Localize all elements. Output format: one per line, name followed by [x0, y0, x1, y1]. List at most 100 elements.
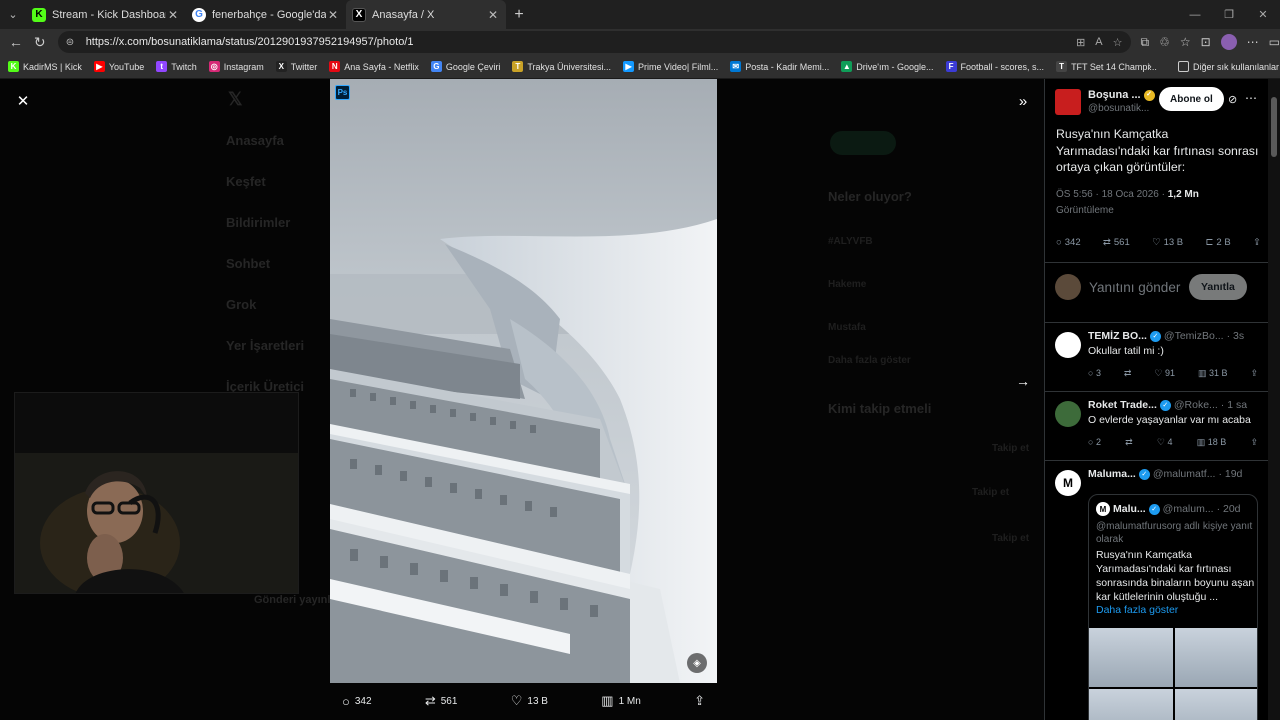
tab-kick[interactable]: K Stream - Kick Dashboard ✕: [26, 0, 186, 29]
collapse-panel-icon[interactable]: »: [1012, 90, 1034, 112]
bookmark-label: Twitch: [171, 61, 197, 72]
app-icon[interactable]: ⊞: [1076, 36, 1085, 49]
favorites-icon[interactable]: ☆: [1180, 35, 1191, 49]
repost-icon[interactable]: ⇄: [1125, 437, 1133, 448]
reply-action[interactable]: ○ 342: [342, 694, 372, 709]
close-viewer-icon[interactable]: ✕: [12, 90, 34, 112]
tweet-reply-button[interactable]: ○ 342: [1056, 237, 1081, 248]
next-photo-icon[interactable]: →: [1012, 370, 1034, 392]
tweet-like-button[interactable]: ♡ 13 B: [1152, 237, 1183, 248]
bookmark-item[interactable]: ✉ Posta - Kadir Memi...: [730, 61, 829, 72]
quote-photo[interactable]: [1089, 628, 1173, 687]
like-action[interactable]: ♡ 13 B: [511, 693, 548, 709]
follow-button[interactable]: Abone ol: [1159, 87, 1224, 111]
bookmarks-bar: K KadirMS | Kick ▶ YouTube t Twitch ◎ Instagram…: [0, 55, 1280, 79]
tweet-bookmark-button[interactable]: ⊏ 2 B: [1205, 237, 1230, 248]
bookmark-item[interactable]: ▶ YouTube: [93, 61, 144, 72]
favorite-star-icon[interactable]: ☆: [1113, 36, 1123, 49]
copilot-icon[interactable]: ♲: [1159, 35, 1170, 49]
reply-submit-button[interactable]: Yanıtla: [1189, 274, 1247, 300]
reply-author-name[interactable]: Maluma...: [1088, 468, 1136, 480]
tweet-repost-button[interactable]: ⇄ 561: [1103, 237, 1130, 248]
bookmark-item[interactable]: ▶ Prime Video| Filml...: [623, 61, 718, 72]
reply-like-button[interactable]: ♡ 4: [1157, 437, 1173, 448]
quoted-tweet[interactable]: M Malu... ✓ @malum... · 20d @malumatfuru…: [1088, 494, 1258, 720]
collections-icon[interactable]: ⊡: [1201, 35, 1211, 49]
bookmark-item[interactable]: T Trakya Üniversitesi...: [512, 61, 611, 72]
author-name[interactable]: Boşuna ...: [1088, 88, 1141, 102]
reply-item[interactable]: TEMİZ BO... ✓ @TemizBo... · 3s Okullar tati…: [1045, 323, 1268, 391]
reply-reply-button[interactable]: ○ 2: [1088, 437, 1101, 448]
sidebar-icon[interactable]: ▭: [1269, 35, 1280, 49]
repost-action[interactable]: ⇄ 561: [425, 693, 458, 709]
author-handle[interactable]: @bosunatik...: [1088, 102, 1155, 116]
bookmark-item[interactable]: ◎ Instagram: [208, 61, 264, 72]
back-icon[interactable]: ←: [4, 29, 28, 55]
bookmark-item[interactable]: T TFT Set 14 Champi...: [1056, 61, 1157, 72]
profile-avatar[interactable]: [1220, 34, 1237, 50]
reload-icon[interactable]: ↻: [28, 29, 52, 55]
bookmark-icon: ⊏: [1205, 237, 1214, 248]
reply-author-name[interactable]: Roket Trade...: [1088, 399, 1157, 411]
x-icon: X: [352, 7, 366, 22]
reply-avatar[interactable]: [1055, 332, 1081, 358]
share-icon[interactable]: ⇪: [1250, 368, 1258, 379]
minimize-icon[interactable]: —: [1178, 0, 1212, 29]
more-options-icon[interactable]: ⋯: [1245, 91, 1257, 105]
bookmarks-overflow-icon[interactable]: ›: [1148, 61, 1152, 73]
scrollbar-thumb[interactable]: [1271, 97, 1277, 157]
new-tab-button[interactable]: +: [506, 0, 532, 29]
quote-media-grid[interactable]: [1089, 628, 1257, 720]
repost-icon[interactable]: ⇄: [1124, 368, 1132, 379]
close-window-icon[interactable]: ✕: [1246, 0, 1280, 29]
reply-item[interactable]: Roket Trade... ✓ @Roke... · 1 sa O evlerde …: [1045, 392, 1268, 460]
url-field[interactable]: ⊜ https://x.com/bosunatiklama/status/201…: [57, 31, 1131, 53]
menu-icon[interactable]: ⋯: [1247, 35, 1259, 49]
quote-photo[interactable]: [1089, 689, 1173, 720]
reply-time: · 1 sa: [1220, 399, 1248, 411]
photoshop-badge-icon: Ps: [335, 85, 350, 100]
media-info-icon[interactable]: ◈: [687, 653, 707, 673]
show-more-link[interactable]: Daha fazla göster: [1096, 604, 1178, 616]
read-aloud-icon[interactable]: A: [1095, 36, 1102, 49]
bookmark-item[interactable]: ▲ Drive'ım - Google...: [841, 61, 934, 72]
views-action[interactable]: ▥ 1 Mn: [601, 693, 641, 709]
bookmark-item[interactable]: G Google Çeviri: [430, 61, 500, 72]
tab-x[interactable]: X Anasayfa / X ✕: [346, 0, 506, 29]
tab-google[interactable]: G fenerbahçe - Google'da Ara ✕: [186, 0, 346, 29]
share-icon[interactable]: ⇪: [1250, 437, 1258, 448]
close-tab-icon[interactable]: ✕: [166, 8, 180, 22]
reply-like-button[interactable]: ♡ 91: [1154, 368, 1175, 379]
reply-avatar[interactable]: [1055, 401, 1081, 427]
tweet-share-button[interactable]: ⇪: [1253, 237, 1261, 248]
bookmark-other-folder[interactable]: Diğer sık kullanılanlar: [1178, 61, 1279, 72]
bookmark-item[interactable]: N Ana Sayfa - Netflix: [329, 61, 419, 72]
bookmark-item[interactable]: F Football - scores, s...: [945, 61, 1044, 72]
panel-scrollbar[interactable]: [1268, 79, 1280, 720]
reply-author-name[interactable]: TEMİZ BO...: [1088, 330, 1147, 342]
restore-icon[interactable]: ❐: [1212, 0, 1246, 29]
reply-views[interactable]: ▥ 18 B: [1197, 437, 1227, 448]
reply-item[interactable]: M Maluma... ✓ @malumatf... · 19d M Malu... …: [1045, 461, 1268, 720]
tweet-time[interactable]: ÖS 5:56 · 18 Oca 2026 ·: [1056, 189, 1168, 200]
close-tab-icon[interactable]: ✕: [486, 8, 500, 22]
close-tab-icon[interactable]: ✕: [326, 8, 340, 22]
bookmark-item[interactable]: K KadirMS | Kick: [8, 61, 82, 72]
bookmark-item[interactable]: X Twitter: [275, 61, 317, 72]
tab-search-icon[interactable]: ⌄: [0, 0, 26, 29]
grok-icon[interactable]: ⊘: [1228, 93, 1237, 106]
author-avatar[interactable]: [1055, 89, 1081, 115]
bookmark-label: Prime Video| Filml...: [638, 61, 719, 72]
site-info-icon[interactable]: ⊜: [66, 37, 80, 48]
reply-reply-button[interactable]: ○ 3: [1088, 368, 1101, 379]
extensions-icon[interactable]: ⧉: [1141, 35, 1150, 50]
heart-icon: ♡: [510, 693, 523, 708]
share-action[interactable]: ⇪: [694, 693, 705, 709]
quote-photo[interactable]: [1175, 628, 1257, 687]
reply-input[interactable]: Yanıtını gönder: [1089, 280, 1180, 295]
bookmark-item[interactable]: t Twitch: [156, 61, 197, 72]
tweet-photo[interactable]: Ps ◈: [330, 79, 717, 683]
malumat-logo-icon[interactable]: M: [1055, 470, 1081, 496]
quote-photo[interactable]: [1175, 689, 1257, 720]
reply-views[interactable]: ▥ 31 B: [1198, 368, 1228, 379]
